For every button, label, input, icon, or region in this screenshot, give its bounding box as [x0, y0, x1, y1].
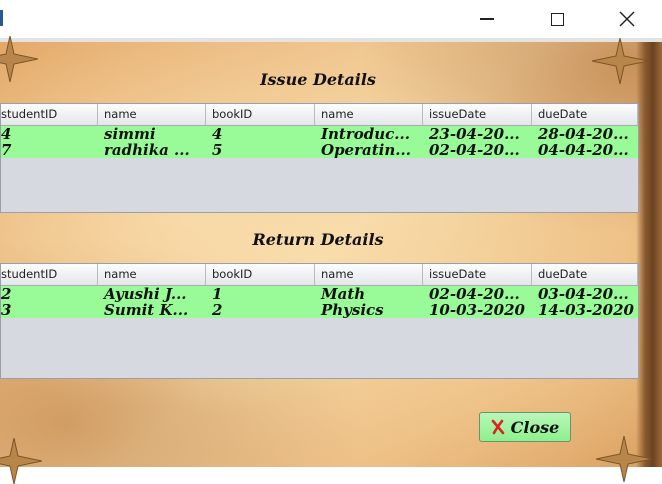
minimize-icon [480, 18, 494, 20]
table-cell: Ayushi J... [104, 286, 187, 302]
column-header[interactable]: name [315, 104, 423, 125]
maximize-icon [550, 12, 564, 26]
return-details-table[interactable]: studentID name bookID name issueDate due… [0, 263, 639, 379]
table-cell: Math [321, 286, 366, 302]
table-cell: 4 [1, 126, 12, 142]
table-cell: 04-04-20... [538, 142, 629, 158]
column-header[interactable]: name [98, 264, 206, 285]
column-header[interactable]: issueDate [423, 264, 532, 285]
table-cell: Operatin... [321, 142, 411, 158]
table-cell: 02-04-20... [429, 142, 520, 158]
table-cell: 5 [212, 142, 223, 158]
decorative-star-icon [0, 438, 42, 484]
table-cell: 7 [1, 142, 12, 158]
table-cell: 03-04-20... [538, 286, 629, 302]
table-cell: 23-04-20... [429, 126, 520, 142]
column-header[interactable]: name [315, 264, 423, 285]
table-cell: Introduc... [321, 126, 410, 142]
window-titlebar [0, 0, 662, 38]
column-header[interactable]: issueDate [423, 104, 532, 125]
app-icon [0, 10, 3, 26]
table-row[interactable]: 4 simmi 4 Introduc... 23-04-20... 28-04-… [1, 126, 638, 142]
table-cell: 3 [1, 302, 12, 318]
column-header[interactable]: studentID [1, 264, 98, 285]
table-cell: 4 [212, 126, 223, 142]
close-button-label: Close [510, 417, 560, 437]
issue-details-table[interactable]: studentID name bookID name issueDate due… [0, 103, 639, 213]
column-header[interactable]: dueDate [532, 104, 638, 125]
window-close-button[interactable] [604, 0, 650, 38]
column-header[interactable]: dueDate [532, 264, 638, 285]
wood-edge [636, 42, 662, 467]
table-cell: 10-03-2020 [429, 302, 525, 318]
table-row[interactable]: 2 Ayushi J... 1 Math 02-04-20... 03-04-2… [1, 286, 638, 302]
table-cell: 14-03-2020 [538, 302, 634, 318]
column-header[interactable]: bookID [206, 104, 315, 125]
table-cell: 02-04-20... [429, 286, 520, 302]
table-cell: 2 [1, 286, 12, 302]
x-icon [491, 419, 504, 435]
issue-details-heading: Issue Details [260, 70, 376, 89]
column-header[interactable]: studentID [1, 104, 98, 125]
return-details-heading: Return Details [252, 230, 384, 249]
table-cell: radhika ... [104, 142, 190, 158]
table-cell: simmi [104, 126, 156, 142]
close-button[interactable]: Close [479, 412, 571, 442]
table-cell: 1 [212, 286, 223, 302]
table-cell: Physics [321, 302, 384, 318]
table-cell: 28-04-20... [538, 126, 629, 142]
table-row[interactable]: 3 Sumit K... 2 Physics 10-03-2020 14-03-… [1, 302, 638, 318]
minimize-button[interactable] [464, 0, 510, 38]
table-cell: 2 [212, 302, 223, 318]
table-row[interactable]: 7 radhika ... 5 Operatin... 02-04-20... … [1, 142, 638, 158]
column-header[interactable]: bookID [206, 264, 315, 285]
close-icon [619, 11, 635, 27]
decorative-star-icon [596, 436, 652, 482]
column-header[interactable]: name [98, 104, 206, 125]
maximize-button[interactable] [534, 0, 580, 38]
table-header: studentID name bookID name issueDate due… [1, 104, 638, 126]
table-cell: Sumit K... [104, 302, 189, 318]
table-header: studentID name bookID name issueDate due… [1, 264, 638, 286]
